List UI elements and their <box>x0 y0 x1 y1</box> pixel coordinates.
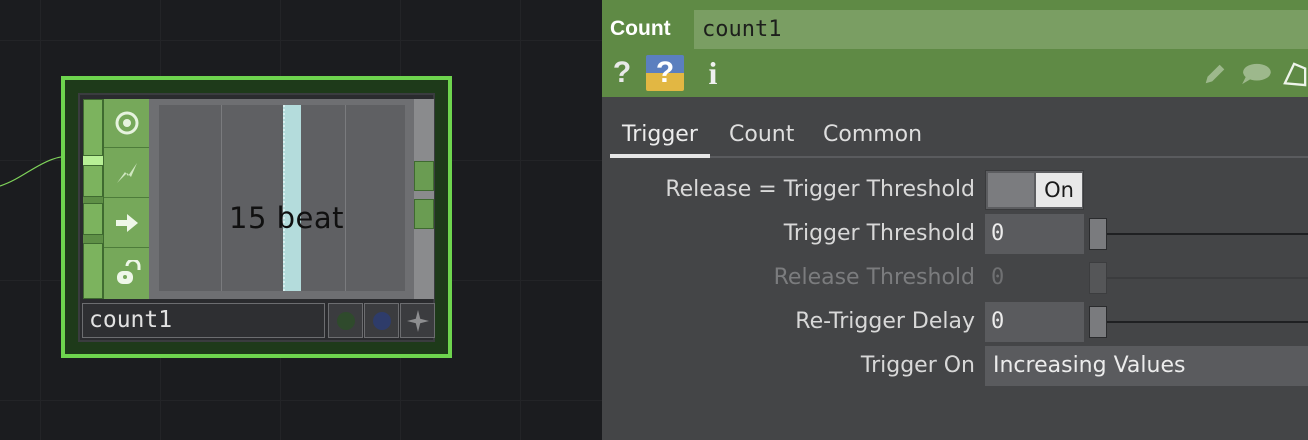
output-connector-strip[interactable] <box>414 99 434 299</box>
comment-button[interactable] <box>1238 60 1274 88</box>
grid-line <box>221 105 222 291</box>
operator-type: Count <box>610 17 671 40</box>
trigger-threshold-field[interactable]: 0 <box>985 214 1084 254</box>
retrigger-delay-slider-handle[interactable] <box>1089 306 1107 338</box>
param-row-release-eq-trigger: Release = Trigger Threshold On <box>602 170 1308 210</box>
param-label: Trigger On <box>860 353 975 378</box>
release-threshold-slider-track <box>1097 277 1308 279</box>
release-threshold-field: 0 <box>991 265 1005 290</box>
trigger-threshold-slider-track[interactable] <box>1097 233 1308 235</box>
pencil-button[interactable] <box>1200 60 1230 88</box>
bypass-flag[interactable] <box>104 99 150 148</box>
tag-button[interactable] <box>1282 60 1308 88</box>
beat-readout: 15 beat <box>229 201 345 235</box>
parameter-tabs: Trigger Count Common <box>610 118 1308 158</box>
count-chop-node[interactable]: 15 beat count1 <box>61 76 452 358</box>
blue-dot-icon <box>372 311 391 330</box>
trigger-on-menu[interactable]: Increasing Values <box>985 346 1308 386</box>
beat-indicator <box>283 105 301 291</box>
input-tab[interactable] <box>83 203 103 235</box>
lock-flag-icon <box>117 163 137 183</box>
unlock-icon <box>117 259 141 284</box>
cook-flag[interactable] <box>104 199 150 248</box>
star-icon <box>406 309 429 332</box>
release-threshold-slider-handle <box>1089 262 1107 294</box>
parameter-panel: Count count1 ? ? i Trigger Count Common … <box>602 0 1308 440</box>
python-help-button[interactable]: ? <box>646 55 684 91</box>
input-connector-strip[interactable] <box>83 99 103 299</box>
param-label: Release = Trigger Threshold <box>665 177 975 202</box>
tab-common[interactable]: Common <box>823 118 922 158</box>
help-button[interactable]: ? <box>610 55 634 91</box>
operator-name-field[interactable]: count1 <box>694 10 1308 49</box>
network-editor[interactable]: 15 beat count1 <box>0 0 602 440</box>
toggle-on-label: On <box>1036 173 1082 207</box>
input-connector[interactable] <box>83 156 103 165</box>
info-button[interactable]: i <box>704 55 722 91</box>
release-eq-trigger-toggle[interactable]: On <box>985 170 1084 210</box>
viewer-active-button[interactable] <box>328 303 363 338</box>
unlock-flag[interactable] <box>104 249 150 298</box>
pencil-icon <box>1205 64 1225 84</box>
green-dot-icon <box>336 311 355 330</box>
param-row-retrigger-delay: Re-Trigger Delay 0 <box>602 302 1308 342</box>
output-tab[interactable] <box>414 199 434 229</box>
tab-trigger[interactable]: Trigger <box>610 118 710 158</box>
node-name-label[interactable]: count1 <box>82 303 325 338</box>
param-row-trigger-threshold: Trigger Threshold 0 <box>602 214 1308 254</box>
bypass-icon <box>115 111 139 135</box>
output-tab[interactable] <box>414 161 434 191</box>
panel-header: Count count1 ? ? i <box>602 0 1308 97</box>
display-flag-button[interactable] <box>364 303 399 338</box>
lock-flag[interactable] <box>104 149 150 198</box>
retrigger-delay-field[interactable]: 0 <box>985 302 1084 342</box>
input-tab[interactable] <box>83 243 103 299</box>
toggle-off-side <box>988 173 1034 207</box>
param-row-trigger-on: Trigger On Increasing Values <box>602 346 1308 386</box>
trigger-threshold-slider-handle[interactable] <box>1089 218 1107 250</box>
param-label: Re-Trigger Delay <box>795 309 975 334</box>
param-label: Trigger Threshold <box>783 221 975 246</box>
tag-icon <box>1283 62 1307 87</box>
viewer-plot <box>159 105 405 291</box>
node-viewer[interactable]: 15 beat <box>149 99 414 299</box>
retrigger-delay-slider-track[interactable] <box>1097 321 1308 323</box>
tab-count[interactable]: Count <box>729 118 794 158</box>
param-row-release-threshold: Release Threshold 0 <box>602 258 1308 298</box>
grid-line <box>345 105 346 291</box>
render-flag-button[interactable] <box>400 303 435 338</box>
input-tab[interactable] <box>83 165 103 197</box>
node-flags <box>103 99 150 299</box>
node-body[interactable]: 15 beat count1 <box>78 93 435 342</box>
input-tab[interactable] <box>83 99 103 156</box>
arrow-right-icon <box>116 214 138 232</box>
param-label: Release Threshold <box>773 265 975 290</box>
comment-icon <box>1242 63 1271 85</box>
